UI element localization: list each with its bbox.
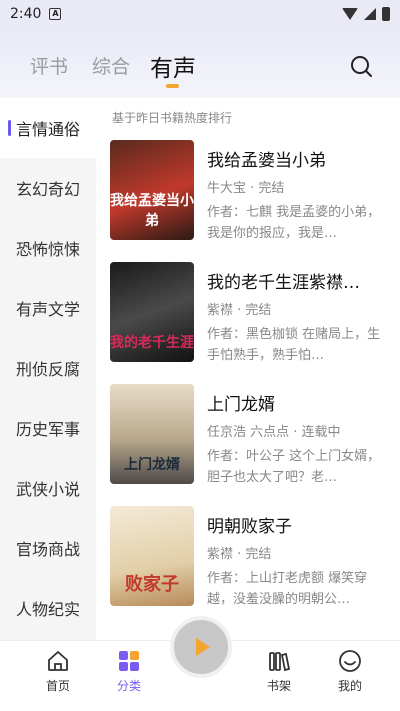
notification-icon: A bbox=[49, 8, 62, 20]
top-tab-bar: 评书 综合 有声 bbox=[0, 28, 400, 98]
sidebar-item-yousheng-wenxue[interactable]: 有声文学 bbox=[0, 278, 96, 338]
sidebar-item-kongbu[interactable]: 恐怖惊悚 bbox=[0, 218, 96, 278]
cover-title: 败家子 bbox=[125, 574, 179, 595]
nav-bookshelf-label: 书架 bbox=[266, 679, 291, 693]
category-sidebar: 言情通俗 玄幻奇幻 恐怖惊悚 有声文学 刑侦反腐 历史军事 武侠小说 官场商战 … bbox=[0, 98, 96, 640]
book-desc: 作者：黑色枷锁 在赌局上，生手怕熟手，熟手怕… bbox=[207, 327, 381, 363]
category-icon bbox=[119, 651, 139, 671]
status-time: 2:40 bbox=[10, 6, 42, 22]
sidebar-item-yanqing[interactable]: 言情通俗 bbox=[0, 98, 96, 158]
book-title: 我的老千生涯紫襟… bbox=[207, 273, 360, 293]
sidebar-item-label: 刑侦反腐 bbox=[15, 360, 80, 379]
sidebar-item-label: 有声文学 bbox=[15, 300, 80, 319]
book-cover: 我给孟婆当小弟 bbox=[110, 140, 194, 240]
tab-zonghe[interactable]: 综合 bbox=[92, 52, 130, 79]
book-meta: 任京浩 六点点 · 连载中 bbox=[207, 425, 341, 440]
book-item[interactable]: 上门龙婿 上门龙婿 任京浩 六点点 · 连载中 作者：叶公子 这个上门女婿，胆子… bbox=[110, 384, 394, 485]
status-bar: 2:40 A bbox=[0, 0, 400, 28]
play-icon bbox=[196, 638, 210, 656]
nav-home-label: 首页 bbox=[45, 679, 70, 693]
home-icon bbox=[48, 651, 68, 671]
nav-home[interactable]: 首页 bbox=[28, 649, 88, 694]
sidebar-item-renwu[interactable]: 人物纪实 bbox=[0, 578, 96, 638]
ranking-caption: 基于昨日书籍热度排行 bbox=[112, 111, 233, 125]
book-item[interactable]: 我的老千生涯 我的老千生涯紫襟… 紫襟 · 完结 作者：黑色枷锁 在赌局上，生手… bbox=[110, 262, 394, 363]
status-icons bbox=[342, 7, 390, 21]
book-title: 明朝败家子 bbox=[207, 517, 292, 537]
book-desc: 作者：叶公子 这个上门女婿，胆子也太大了吧？老… bbox=[207, 449, 381, 485]
sidebar-item-xuanhuan[interactable]: 玄幻奇幻 bbox=[0, 158, 96, 218]
sidebar-item-lishi[interactable]: 历史军事 bbox=[0, 398, 96, 458]
nav-bookshelf[interactable]: 书架 bbox=[249, 649, 309, 694]
book-cover: 上门龙婿 bbox=[110, 384, 194, 484]
signal-icon bbox=[364, 8, 376, 20]
sidebar-item-xingzhen[interactable]: 刑侦反腐 bbox=[0, 338, 96, 398]
cover-title: 上门龙婿 bbox=[124, 457, 180, 473]
book-title: 上门龙婿 bbox=[207, 395, 275, 415]
tab-indicator bbox=[166, 84, 179, 88]
tab-pingshu[interactable]: 评书 bbox=[30, 52, 68, 79]
sidebar-item-label: 武侠小说 bbox=[15, 480, 80, 499]
sidebar-item-label: 官场商战 bbox=[15, 540, 80, 559]
battery-icon bbox=[382, 7, 390, 21]
nav-category[interactable]: 分类 bbox=[99, 649, 159, 694]
book-meta: 牛大宝 · 完结 bbox=[207, 181, 285, 196]
book-item[interactable]: 我给孟婆当小弟 我给孟婆当小弟 牛大宝 · 完结 作者：七麒 我是孟婆的小弟，我… bbox=[110, 140, 394, 241]
book-desc: 作者：七麒 我是孟婆的小弟，我是你的报应，我是… bbox=[207, 205, 381, 241]
sidebar-item-label: 恐怖惊悚 bbox=[15, 240, 80, 259]
sidebar-item-label: 历史军事 bbox=[15, 420, 80, 439]
nav-mine[interactable]: 我的 bbox=[320, 649, 380, 694]
book-cover: 我的老千生涯 bbox=[110, 262, 194, 362]
book-cover: 败家子 bbox=[110, 506, 194, 606]
sidebar-item-guanchang[interactable]: 官场商战 bbox=[0, 518, 96, 578]
nav-mine-label: 我的 bbox=[337, 679, 362, 693]
cover-title: 我给孟婆当小弟 bbox=[110, 193, 194, 229]
bookshelf-icon bbox=[269, 652, 291, 672]
book-meta: 紫襟 · 完结 bbox=[207, 547, 272, 562]
cover-title: 我的老千生涯 bbox=[110, 335, 194, 351]
sidebar-item-label: 言情通俗 bbox=[15, 120, 80, 139]
book-meta: 紫襟 · 完结 bbox=[207, 303, 272, 318]
sidebar-item-label: 玄幻奇幻 bbox=[15, 180, 80, 199]
book-item[interactable]: 败家子 明朝败家子 紫襟 · 完结 作者：上山打老虎额 爆笑穿越，没羞没臊的明朝… bbox=[110, 506, 394, 607]
selected-marker bbox=[8, 120, 11, 136]
sidebar-item-wuxia[interactable]: 武侠小说 bbox=[0, 458, 96, 518]
book-desc: 作者：上山打老虎额 爆笑穿越，没羞没臊的明朝公… bbox=[207, 571, 368, 607]
book-title: 我给孟婆当小弟 bbox=[207, 151, 326, 171]
sidebar-item-label: 人物纪实 bbox=[15, 600, 80, 619]
smile-icon bbox=[339, 650, 361, 672]
play-button[interactable] bbox=[170, 616, 232, 678]
book-list: 基于昨日书籍热度排行 我给孟婆当小弟 我给孟婆当小弟 牛大宝 · 完结 作者：七… bbox=[96, 98, 400, 640]
nav-category-label: 分类 bbox=[116, 679, 141, 693]
wifi-icon bbox=[342, 8, 358, 20]
tab-yousheng[interactable]: 有声 bbox=[150, 49, 196, 83]
search-icon[interactable] bbox=[350, 55, 372, 77]
